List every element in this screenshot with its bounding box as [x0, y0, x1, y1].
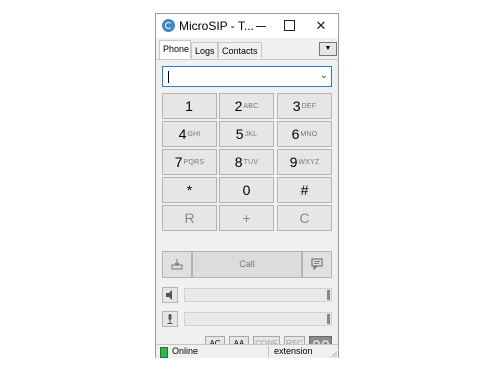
key-digit: 5 — [235, 126, 244, 142]
title-bar: MicroSIP - T... ✕ — [156, 14, 338, 38]
key-star[interactable]: * — [162, 177, 217, 203]
clear-button[interactable]: C — [277, 205, 332, 231]
key-digit: 9 — [289, 154, 298, 170]
text-caret — [168, 71, 169, 83]
speaker-icon — [166, 290, 172, 300]
key-digit: 8 — [234, 154, 243, 170]
microsip-window: MicroSIP - T... ✕ Phone Logs Contacts ▼ … — [155, 13, 339, 358]
key-2[interactable]: 2 ABC — [219, 93, 274, 119]
slider-thumb[interactable] — [327, 290, 330, 300]
key-1[interactable]: 1 — [162, 93, 217, 119]
maximize-icon — [283, 20, 295, 32]
key-digit: 2 — [234, 98, 243, 114]
key-letters: JKL — [244, 130, 258, 138]
speaker-volume-slider[interactable] — [184, 288, 332, 302]
tab-contacts[interactable]: Contacts — [218, 42, 262, 58]
microphone-volume-slider[interactable] — [184, 312, 332, 326]
voicemail-button[interactable] — [162, 251, 192, 278]
chevron-down-icon[interactable]: ⌄ — [320, 70, 328, 81]
main-menu-button[interactable]: ▼ — [319, 42, 337, 56]
status-text[interactable]: Online — [172, 345, 198, 358]
key-letters: TUV — [243, 158, 259, 166]
key-letters: ABC — [243, 102, 259, 110]
key-letters: GHI — [187, 130, 201, 138]
key-digit: 1 — [185, 98, 193, 114]
microsip-logo-icon — [162, 19, 175, 32]
plus-button[interactable]: + — [219, 205, 274, 231]
chat-icon — [311, 258, 323, 270]
key-8[interactable]: 8 TUV — [219, 149, 274, 175]
call-button[interactable]: Call — [192, 251, 302, 278]
key-letters: MNO — [300, 130, 318, 138]
key-digit: 3 — [292, 98, 301, 114]
status-divider — [268, 346, 269, 357]
key-3[interactable]: 3 DEF — [277, 93, 332, 119]
key-hash[interactable]: # — [277, 177, 332, 203]
minimize-button[interactable] — [246, 14, 276, 38]
window-title: MicroSIP - T... — [179, 19, 254, 33]
account-label: extension — [274, 346, 313, 356]
microphone-mute-button[interactable] — [162, 311, 178, 327]
status-bar: Online extension — [156, 344, 338, 358]
tab-logs[interactable]: Logs — [191, 42, 218, 58]
key-0[interactable]: 0 — [219, 177, 274, 203]
minimize-icon — [256, 26, 266, 28]
key-digit: 0 — [242, 182, 251, 198]
key-digit: 6 — [291, 126, 300, 142]
voicemail-icon — [171, 259, 183, 270]
maximize-button[interactable] — [274, 14, 304, 38]
key-letters: WXYZ — [298, 158, 320, 166]
key-5[interactable]: 5 JKL — [219, 121, 274, 147]
microphone-icon — [167, 314, 173, 324]
resize-grip-icon[interactable] — [331, 351, 337, 357]
close-button[interactable]: ✕ — [306, 14, 336, 38]
key-letters: DEF — [301, 102, 317, 110]
slider-thumb[interactable] — [327, 314, 330, 324]
key-7[interactable]: 7 PQRS — [162, 149, 217, 175]
status-indicator-icon[interactable] — [160, 347, 168, 358]
key-6[interactable]: 6 MNO — [277, 121, 332, 147]
key-digit: * — [186, 182, 193, 198]
tab-phone[interactable]: Phone — [159, 40, 191, 59]
key-digit: R — [184, 210, 195, 226]
key-digit: + — [242, 210, 251, 226]
key-9[interactable]: 9 WXYZ — [277, 149, 332, 175]
key-4[interactable]: 4 GHI — [162, 121, 217, 147]
key-digit: C — [299, 210, 310, 226]
speaker-mute-button[interactable] — [162, 287, 178, 303]
message-button[interactable] — [302, 251, 332, 278]
tab-bar: Phone Logs Contacts ▼ — [156, 40, 338, 59]
dial-number-input[interactable]: ⌄ — [162, 66, 332, 87]
key-letters: PQRS — [183, 158, 205, 166]
key-digit: # — [300, 182, 309, 198]
redial-button[interactable]: R — [162, 205, 217, 231]
key-digit: 7 — [174, 154, 183, 170]
key-digit: 4 — [178, 126, 187, 142]
phone-panel: ⌄ 1 2 ABC 3 DEF 4 GHI 5 JKL 6 MNO 7 PQRS 8 TUV … — [156, 59, 338, 351]
